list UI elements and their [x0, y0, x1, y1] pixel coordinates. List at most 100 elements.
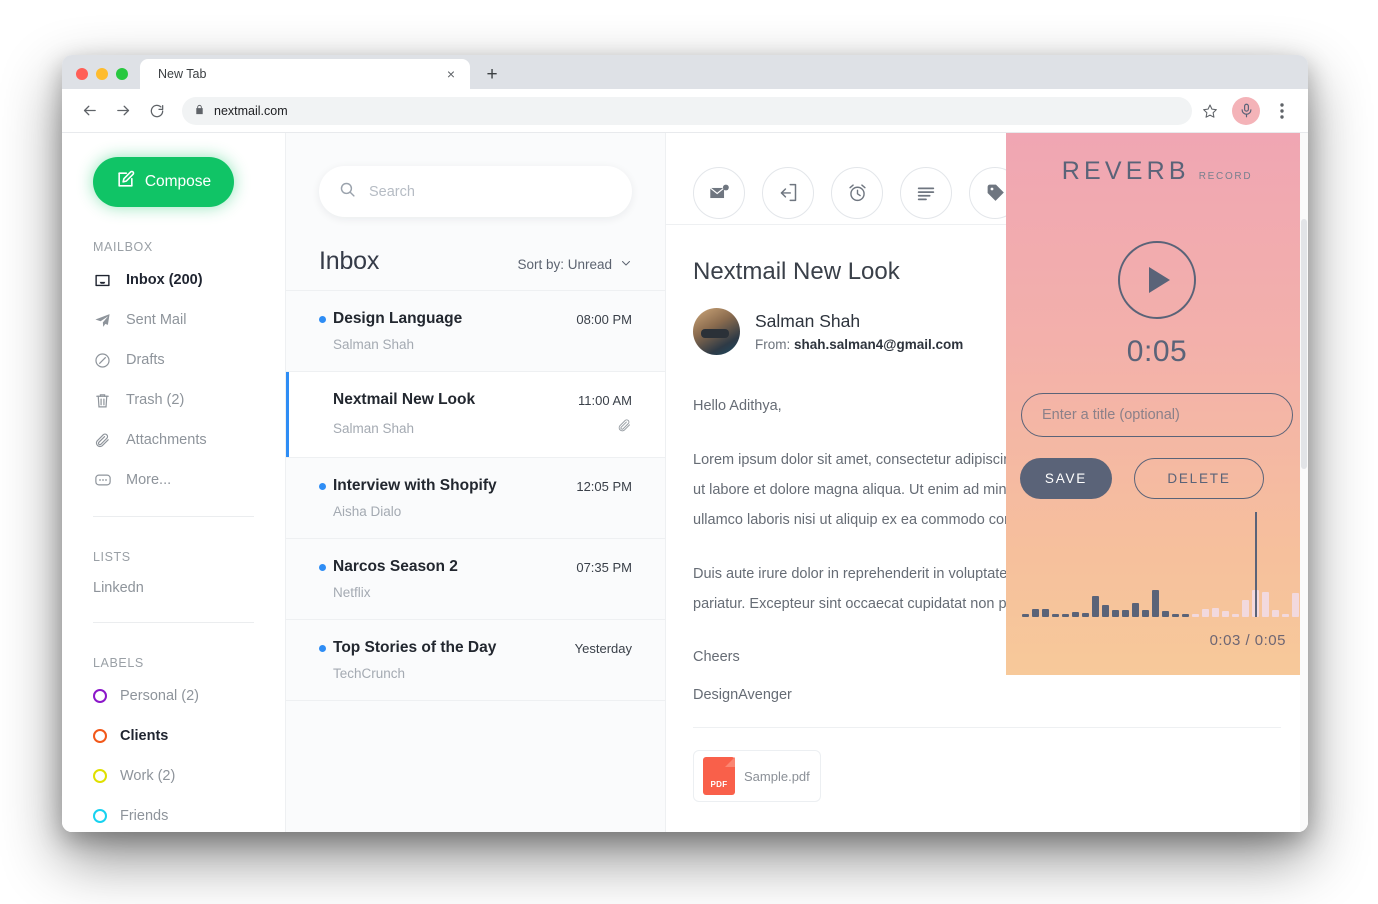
search-icon: [339, 181, 356, 203]
waveform-bar: [1262, 592, 1269, 617]
kebab-menu-icon[interactable]: [1268, 97, 1296, 125]
maximize-window-button[interactable]: [116, 68, 128, 80]
address-bar-url: nextmail.com: [214, 103, 288, 118]
back-arrow-icon[interactable]: [74, 96, 104, 126]
mail-reading-pane: Nextmail New Look Salman Shah From: shah…: [666, 133, 1308, 832]
waveform-bar: [1202, 609, 1209, 617]
close-tab-icon[interactable]: ×: [442, 65, 460, 83]
sidebar-item-sent-mail[interactable]: Sent Mail: [62, 300, 285, 340]
lock-icon: [194, 104, 205, 118]
waveform-bar: [1232, 614, 1239, 617]
waveform-playhead[interactable]: [1255, 512, 1257, 617]
screenshot-stage: New Tab × + nextmail.com Compose MAILBOX…: [0, 0, 1378, 904]
mail-time: 08:00 PM: [576, 311, 632, 327]
attachment-card[interactable]: PDF Sample.pdf: [693, 750, 821, 802]
play-button[interactable]: [1118, 241, 1196, 319]
browser-tab[interactable]: New Tab ×: [140, 59, 470, 89]
mail-sender: Salman Shah: [333, 337, 415, 352]
sidebar-label-friends[interactable]: Friends: [62, 796, 285, 832]
sidebar-item-attachments[interactable]: Attachments: [62, 420, 285, 460]
sidebar-label-personal[interactable]: Personal (2): [62, 676, 285, 716]
table-row[interactable]: Top Stories of the Day Yesterday TechCru…: [286, 619, 665, 700]
table-row[interactable]: Interview with Shopify 12:05 PM Aisha Di…: [286, 457, 665, 538]
mail-list-header: Inbox Sort by: Unread: [286, 217, 665, 290]
mail-time: 12:05 PM: [576, 478, 632, 494]
sidebar-label-text: Work (2): [120, 768, 176, 784]
minimize-window-button[interactable]: [96, 68, 108, 80]
tab-title: New Tab: [158, 67, 207, 81]
forward-arrow-icon[interactable]: [108, 96, 138, 126]
sidebar-item-trash[interactable]: Trash (2): [62, 380, 285, 420]
mail-subject: Design Language: [333, 310, 463, 327]
waveform-bar: [1032, 609, 1039, 617]
reverb-subtitle: RECORD: [1198, 171, 1253, 182]
new-tab-button[interactable]: +: [478, 60, 506, 88]
address-bar[interactable]: nextmail.com: [182, 96, 1192, 125]
unread-dot-icon: [319, 563, 326, 571]
audio-waveform[interactable]: [1022, 507, 1308, 617]
sidebar-label-text: Clients: [120, 728, 169, 744]
mail-sender-email: shah.salman4@gmail.com: [794, 337, 964, 352]
waveform-bar: [1152, 590, 1159, 617]
mail-divider: [693, 727, 1281, 728]
waveform-bar: [1082, 613, 1089, 617]
sidebar-item-drafts[interactable]: Drafts: [62, 340, 285, 380]
reverb-actions: SAVE DELETE: [1020, 458, 1308, 499]
mail-subject: Nextmail New Look: [333, 391, 476, 408]
compose-pencil-icon: [116, 170, 135, 194]
reverb-header: REVERB RECORD: [1006, 133, 1308, 186]
star-icon[interactable]: [1196, 97, 1224, 125]
playback-progress: 0:03 / 0:05: [1209, 632, 1286, 649]
close-window-button[interactable]: [76, 68, 88, 80]
ellipsis-icon: [93, 471, 112, 490]
inbox-icon: [93, 271, 112, 290]
microphone-icon[interactable]: [1232, 96, 1260, 125]
paperclip-icon: [617, 418, 632, 438]
compose-button[interactable]: Compose: [93, 157, 234, 207]
sidebar-label-text: Personal (2): [120, 688, 199, 704]
waveform-bar: [1142, 610, 1149, 617]
label-color-ring-icon: [93, 809, 107, 823]
table-row[interactable]: Narcos Season 2 07:35 PM Netflix: [286, 538, 665, 619]
reverb-logo: REVERB: [1061, 157, 1190, 185]
table-row[interactable]: Nextmail New Look 11:00 AM Salman Shah: [286, 371, 665, 457]
waveform-bar: [1242, 600, 1249, 617]
sidebar-item-more[interactable]: More...: [62, 460, 285, 500]
waveform-bar: [1022, 614, 1029, 617]
save-button[interactable]: SAVE: [1020, 458, 1112, 499]
waveform-bar: [1052, 614, 1059, 617]
sidebar-label-text: Friends: [120, 808, 169, 824]
sidebar-item-inbox[interactable]: Inbox (200): [62, 260, 285, 300]
mark-unread-envelope-icon[interactable]: [693, 166, 745, 219]
table-row[interactable]: Design Language 08:00 PM Salman Shah: [286, 290, 665, 371]
unread-dot-icon: [319, 482, 326, 490]
mail-signature: DesignAvenger: [693, 687, 792, 703]
mail-subject: Top Stories of the Day: [333, 639, 497, 656]
search-input[interactable]: Search: [319, 166, 632, 217]
browser-toolbar: nextmail.com: [62, 89, 1308, 133]
scrollbar-thumb[interactable]: [1301, 219, 1307, 469]
sidebar-list-linkedn[interactable]: Linkedn: [62, 570, 285, 606]
waveform-bar: [1212, 608, 1219, 617]
sort-by-dropdown[interactable]: Sort by: Unread: [517, 257, 632, 276]
mail-time: 11:00 AM: [578, 392, 632, 408]
sidebar-label-clients[interactable]: Clients: [62, 716, 285, 756]
lists-heading: LISTS: [93, 550, 131, 564]
sidebar-label-work[interactable]: Work (2): [62, 756, 285, 796]
waveform-bar: [1132, 603, 1139, 617]
from-label: From:: [755, 337, 791, 352]
archive-icon[interactable]: [762, 166, 814, 219]
title-input[interactable]: Enter a title (optional): [1021, 393, 1293, 437]
mailbox-heading: MAILBOX: [93, 240, 153, 254]
unread-dot-icon: [319, 644, 326, 652]
summary-lines-icon[interactable]: [900, 166, 952, 219]
waveform-bar: [1112, 610, 1119, 617]
chevron-down-icon: [620, 257, 632, 272]
sidebar-item-label: Trash (2): [126, 392, 185, 408]
table-row-partial[interactable]: [286, 700, 665, 726]
web-page-viewport: Compose MAILBOX Inbox (200) Sent Mail Dr…: [62, 133, 1308, 832]
mail-subject: Narcos Season 2: [333, 558, 458, 575]
delete-button[interactable]: DELETE: [1134, 458, 1264, 499]
reload-icon[interactable]: [142, 96, 172, 126]
snooze-clock-icon[interactable]: [831, 166, 883, 219]
